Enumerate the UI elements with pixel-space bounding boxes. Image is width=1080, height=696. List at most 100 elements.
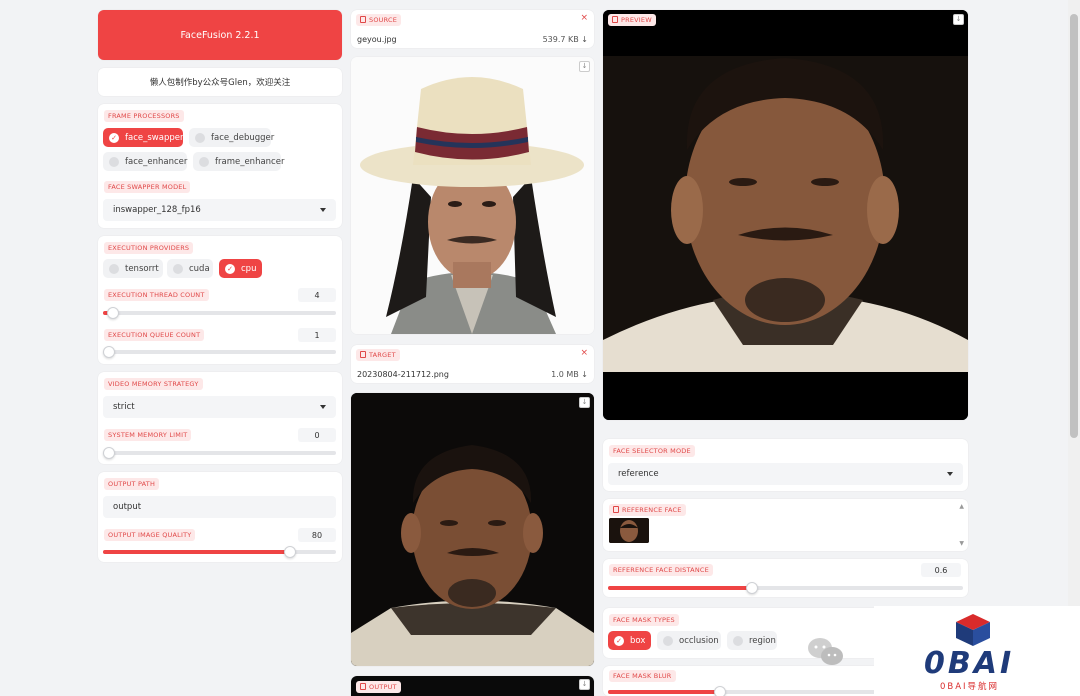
source-label: SOURCE	[356, 14, 402, 26]
file-icon	[360, 683, 366, 690]
execution-queue-count-label: EXECUTION QUEUE COUNT	[104, 329, 205, 341]
app-title: FaceFusion 2.2.1	[180, 29, 260, 41]
chevron-down-icon	[320, 405, 326, 409]
source-image-panel: ↓	[351, 57, 594, 334]
reference-face-panel: REFERENCE FACE ▲ ▼	[603, 499, 968, 551]
brand-subtitle: 0BAI导航网	[940, 682, 1000, 692]
target-face-image	[351, 393, 594, 666]
frame-processors-panel: FRAME PROCESSORS ✓ face_swapper face_debu…	[98, 104, 342, 228]
system-memory-limit-input[interactable]: 0	[298, 428, 336, 442]
checkbox-frame-enhancer[interactable]: frame_enhancer	[193, 152, 284, 171]
output-image-quality-label: OUTPUT IMAGE QUALITY	[104, 529, 196, 541]
face-selector-panel: FACE SELECTOR MODE reference	[603, 439, 968, 491]
scroll-up-icon[interactable]: ▲	[959, 503, 964, 510]
execution-queue-count-input[interactable]: 1	[298, 328, 336, 342]
output-image-quality-input[interactable]: 80	[298, 528, 336, 542]
execution-providers-label: EXECUTION PROVIDERS	[104, 242, 194, 254]
output-image-quality-slider[interactable]	[103, 546, 336, 558]
face-swapper-model-label: FACE SWAPPER MODEL	[104, 181, 191, 193]
face-swapper-model-select[interactable]: inswapper_128_fp16	[103, 199, 336, 221]
source-filename[interactable]: geyou.jpg	[357, 35, 397, 44]
checkbox-occlusion[interactable]: occlusion	[657, 631, 721, 650]
page-scrollbar[interactable]	[1068, 0, 1080, 696]
check-icon: ✓	[225, 263, 235, 274]
memory-panel: VIDEO MEMORY STRATEGY strict SYSTEM MEMO…	[98, 372, 342, 464]
checkbox-face-enhancer[interactable]: face_enhancer	[103, 152, 187, 171]
face-mask-types-label: FACE MASK TYPES	[609, 614, 679, 626]
checkbox-face-swapper[interactable]: ✓ face_swapper	[103, 128, 183, 147]
system-memory-limit-slider[interactable]	[103, 447, 336, 459]
output-path-input[interactable]: output	[103, 496, 336, 518]
slider-handle[interactable]	[284, 546, 296, 558]
output-path-label: OUTPUT PATH	[104, 478, 160, 490]
execution-thread-count-slider[interactable]	[103, 307, 336, 319]
checkbox-cuda[interactable]: cuda	[167, 259, 213, 278]
file-icon	[360, 351, 366, 358]
scrollbar-thumb[interactable]	[1070, 14, 1078, 438]
frame-processors-label: FRAME PROCESSORS	[104, 110, 184, 122]
video-memory-strategy-label: VIDEO MEMORY STRATEGY	[104, 378, 203, 390]
file-icon	[360, 16, 366, 23]
image-icon	[612, 16, 618, 23]
target-filename[interactable]: 20230804-211712.png	[357, 370, 449, 379]
face-selector-mode-label: FACE SELECTOR MODE	[609, 445, 695, 457]
check-icon: ✓	[614, 635, 624, 646]
target-filesize[interactable]: 1.0 MB ↓	[551, 370, 588, 379]
execution-thread-count-input[interactable]: 4	[298, 288, 336, 302]
slider-fill	[103, 550, 289, 554]
close-icon[interactable]: ×	[580, 348, 588, 358]
output-panel: OUTPUT ↓	[351, 676, 594, 696]
reference-face-distance-panel: REFERENCE FACE DISTANCE 0.6	[603, 559, 968, 597]
source-face-image	[351, 57, 594, 334]
reference-face-thumbnail[interactable]	[609, 518, 649, 543]
close-icon[interactable]: ×	[580, 13, 588, 23]
scroll-down-icon[interactable]: ▼	[959, 540, 964, 547]
checkbox-region[interactable]: region	[727, 631, 777, 650]
output-label: OUTPUT	[356, 681, 401, 693]
subtitle-panel: 懒人包制作by公众号Glen，欢迎关注	[98, 68, 342, 96]
slider-handle[interactable]	[714, 686, 726, 696]
brand-name: 0BAI	[924, 646, 1015, 681]
source-filesize[interactable]: 539.7 KB ↓	[543, 35, 588, 44]
output-settings-panel: OUTPUT PATH output OUTPUT IMAGE QUALITY …	[98, 472, 342, 562]
slider-handle[interactable]	[103, 346, 115, 358]
video-memory-strategy-select[interactable]: strict	[103, 396, 336, 418]
subtitle-text: 懒人包制作by公众号Glen，欢迎关注	[149, 78, 291, 88]
reference-face-distance-slider[interactable]	[608, 582, 963, 594]
execution-panel: EXECUTION PROVIDERS tensorrt cuda ✓ cpu E…	[98, 236, 342, 364]
wechat-watermark-icon	[806, 636, 846, 668]
check-icon: ✓	[109, 132, 119, 143]
download-icon[interactable]: ↓	[579, 679, 590, 690]
slider-handle[interactable]	[746, 582, 758, 594]
chevron-down-icon	[320, 208, 326, 212]
system-memory-limit-label: SYSTEM MEMORY LIMIT	[104, 429, 192, 441]
checkbox-face-debugger[interactable]: face_debugger	[189, 128, 274, 147]
execution-thread-count-label: EXECUTION THREAD COUNT	[104, 289, 209, 301]
slider-fill	[608, 690, 720, 694]
download-icon[interactable]: ↓	[579, 61, 590, 72]
reference-face-distance-label: REFERENCE FACE DISTANCE	[609, 564, 713, 576]
cube-logo-icon	[956, 614, 990, 646]
preview-face-image	[603, 10, 968, 420]
brand-watermark: 0BAI 0BAI导航网	[874, 606, 1080, 696]
slider-handle[interactable]	[103, 447, 115, 459]
preview-label: PREVIEW	[608, 14, 656, 26]
reference-face-distance-input[interactable]: 0.6	[921, 563, 961, 577]
checkbox-tensorrt[interactable]: tensorrt	[103, 259, 163, 278]
image-icon	[613, 506, 619, 513]
reference-face-label: REFERENCE FACE	[609, 504, 686, 516]
target-label: TARGET	[356, 349, 400, 361]
execution-queue-count-slider[interactable]	[103, 346, 336, 358]
slider-fill	[608, 586, 752, 590]
app-title-banner: FaceFusion 2.2.1	[98, 10, 342, 60]
checkbox-cpu[interactable]: ✓ cpu	[219, 259, 262, 278]
preview-panel: PREVIEW ↓	[603, 10, 968, 420]
download-icon[interactable]: ↓	[953, 14, 964, 25]
face-selector-mode-select[interactable]: reference	[608, 463, 963, 485]
chevron-down-icon	[947, 472, 953, 476]
source-file-panel: SOURCE × geyou.jpg 539.7 KB ↓	[351, 10, 594, 48]
checkbox-box[interactable]: ✓ box	[608, 631, 651, 650]
slider-handle[interactable]	[107, 307, 119, 319]
download-icon[interactable]: ↓	[579, 397, 590, 408]
target-file-panel: TARGET × 20230804-211712.png 1.0 MB ↓	[351, 345, 594, 383]
